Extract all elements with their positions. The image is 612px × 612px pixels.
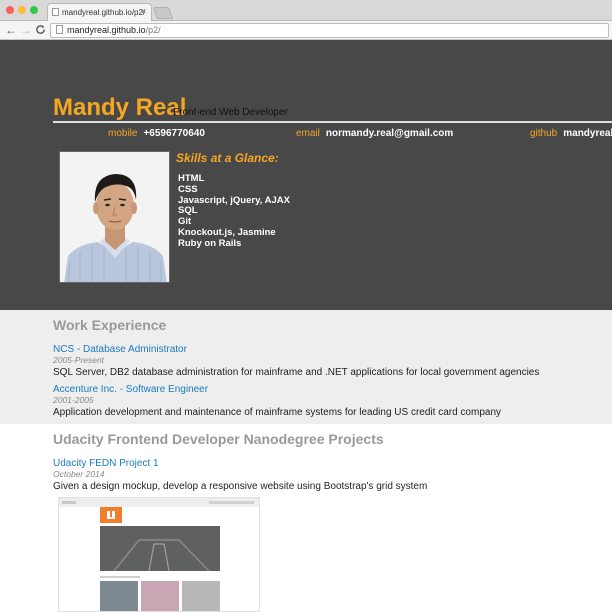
contact-label: email bbox=[296, 128, 320, 139]
contact-label: github bbox=[530, 128, 558, 139]
profile-name: Mandy Real bbox=[53, 94, 187, 121]
skill-item: Ruby on Rails bbox=[178, 237, 242, 249]
back-arrow-icon[interactable]: ← bbox=[5, 23, 17, 37]
job-dates: 2005-Present bbox=[53, 355, 105, 365]
page-icon bbox=[52, 8, 59, 16]
tab-close-icon[interactable]: × bbox=[141, 7, 146, 16]
skills-list: HTML CSS Javascript, jQuery, AJAX SQL Gi… bbox=[178, 173, 290, 250]
work-experience-heading: Work Experience bbox=[53, 317, 167, 333]
url-host: mandyreal.github.io bbox=[67, 25, 146, 35]
browser-toolbar: ← → mandyreal.github.io/p2/ bbox=[0, 21, 612, 40]
job-description: SQL Server, DB2 database administration … bbox=[53, 367, 540, 378]
browser-tab[interactable]: mandyreal.github.io/p2/ × bbox=[47, 3, 152, 21]
tab-title: mandyreal.github.io/p2/ bbox=[62, 8, 146, 17]
projects-heading: Udacity Frontend Developer Nanodegree Pr… bbox=[53, 431, 384, 447]
project-title-link[interactable]: Udacity FEDN Project 1 bbox=[53, 458, 159, 469]
forward-arrow-icon[interactable]: → bbox=[20, 23, 32, 37]
header-divider bbox=[53, 121, 612, 123]
project-screenshot[interactable] bbox=[58, 497, 260, 612]
contact-label: mobile bbox=[108, 128, 138, 139]
job-dates: 2001-2005 bbox=[53, 395, 94, 405]
profile-photo bbox=[59, 151, 170, 283]
project-date: October 2014 bbox=[53, 469, 105, 479]
job-title-link[interactable]: Accenture Inc. - Software Engineer bbox=[53, 384, 208, 395]
project-description: Given a design mockup, develop a respons… bbox=[53, 481, 428, 492]
reload-icon[interactable] bbox=[35, 23, 46, 37]
job-description: Application development and maintenance … bbox=[53, 407, 502, 418]
skill-item: SQL bbox=[178, 205, 198, 217]
page-icon bbox=[56, 25, 63, 34]
contact-value[interactable]: normandy.real@gmail.com bbox=[326, 128, 453, 139]
skill-item: CSS bbox=[178, 183, 198, 195]
window-zoom-button[interactable] bbox=[30, 6, 38, 14]
contact-mobile: mobile +6596770640 bbox=[108, 128, 205, 139]
skills-heading: Skills at a Glance: bbox=[176, 151, 279, 165]
contact-value[interactable]: mandyreal bbox=[563, 128, 612, 139]
url-path: /p2/ bbox=[145, 25, 161, 35]
window-minimize-button[interactable] bbox=[18, 6, 26, 14]
new-tab-button[interactable] bbox=[152, 7, 174, 19]
contact-email: email normandy.real@gmail.com bbox=[296, 128, 453, 139]
profile-role: Front-end Web Developer bbox=[173, 107, 288, 118]
job-title-link[interactable]: NCS - Database Administrator bbox=[53, 344, 187, 355]
browser-tab-bar: mandyreal.github.io/p2/ × bbox=[0, 0, 612, 21]
window-close-button[interactable] bbox=[6, 6, 14, 14]
contact-github: github mandyreal bbox=[530, 128, 612, 139]
contact-value[interactable]: +6596770640 bbox=[143, 128, 204, 139]
address-bar[interactable]: mandyreal.github.io/p2/ bbox=[50, 23, 609, 38]
